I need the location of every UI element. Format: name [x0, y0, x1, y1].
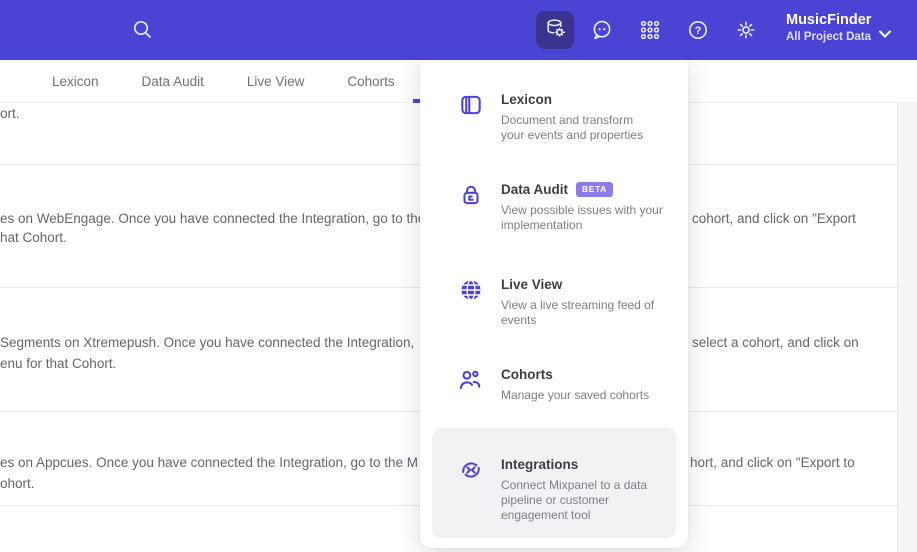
page-row-text: ohort. [0, 476, 35, 491]
data-management-button[interactable] [536, 11, 574, 49]
tab-live-view[interactable]: Live View [247, 74, 305, 89]
menu-item-integrations[interactable]: Integrations Connect Mixpanel to a data … [458, 456, 693, 523]
menu-item-cohorts[interactable]: Cohorts Manage your saved cohorts [458, 366, 693, 403]
beta-badge: BETA [576, 181, 613, 197]
cohorts-users-icon [458, 367, 484, 393]
menu-item-title: Lexicon [501, 92, 553, 107]
page-row-text: ort. [0, 106, 20, 121]
mixpanel-app-window: ort. es on WebEngage. Once you have conn… [0, 0, 917, 552]
database-gear-icon [543, 16, 567, 45]
menu-item-description: Document and transform your events and p… [501, 113, 644, 142]
menu-item-data-audit[interactable]: Data Audit BETA View possible issues with… [458, 181, 693, 233]
menu-item-text: Lexicon Document and transform your even… [501, 91, 693, 143]
menu-item-description: Connect Mixpanel to a data pipeline or c… [501, 478, 648, 522]
page-row-text: Segments on Xtremepush. Once you have co… [0, 335, 415, 350]
chevron-down-icon[interactable] [878, 26, 892, 44]
page-row-text: hat Cohort. [0, 230, 67, 245]
page-right-gutter [897, 100, 917, 552]
data-audit-lock-icon [458, 182, 484, 208]
project-name: MusicFinder [786, 12, 872, 28]
page-row-text: hort, and click on "Export to [690, 455, 855, 470]
lexicon-book-icon [458, 92, 484, 118]
feedback-chat-button[interactable] [590, 18, 614, 42]
menu-item-lexicon[interactable]: Lexicon Document and transform your even… [458, 91, 693, 143]
tab-lexicon[interactable]: Lexicon [52, 74, 99, 89]
help-button[interactable]: ? [686, 18, 710, 42]
menu-item-description: View possible issues with your implement… [501, 203, 663, 232]
menu-item-text: Integrations Connect Mixpanel to a data … [501, 456, 693, 523]
menu-item-description: View a live streaming feed of events [501, 298, 655, 327]
data-management-dropdown-panel: Lexicon Document and transform your even… [420, 55, 688, 548]
project-subtitle: All Project Data [786, 31, 871, 43]
page-row-text: enu for that Cohort. [0, 356, 117, 371]
page-row-text: select a cohort, and click on [692, 335, 859, 350]
tab-cohorts[interactable]: Cohorts [347, 74, 394, 89]
menu-item-title: Integrations [501, 457, 579, 472]
menu-item-title: Cohorts [501, 367, 553, 382]
menu-item-text: Data Audit BETA View possible issues with… [501, 181, 693, 233]
menu-item-title: Live View [501, 277, 563, 292]
page-row-text: es on Appcues. Once you have connected t… [0, 455, 419, 470]
integrations-sync-icon [458, 457, 484, 483]
settings-gear-button[interactable] [734, 18, 758, 42]
apps-grid-button[interactable] [638, 18, 662, 42]
top-navigation-bar [0, 0, 917, 60]
menu-item-title: Data Audit [501, 182, 568, 197]
svg-text:?: ? [695, 25, 702, 37]
menu-item-text: Cohorts Manage your saved cohorts [501, 366, 693, 403]
menu-item-live-view[interactable]: Live View View a live streaming feed of … [458, 276, 693, 328]
menu-item-description: Manage your saved cohorts [501, 388, 650, 402]
page-row-text: es on WebEngage. Once you have connected… [0, 211, 426, 226]
tab-data-audit[interactable]: Data Audit [142, 74, 204, 89]
page-row-text: cohort, and click on "Export [692, 211, 856, 226]
live-view-globe-icon [458, 277, 484, 303]
menu-item-text: Live View View a live streaming feed of … [501, 276, 693, 328]
project-switcher[interactable]: MusicFinder All Project Data [786, 12, 871, 43]
